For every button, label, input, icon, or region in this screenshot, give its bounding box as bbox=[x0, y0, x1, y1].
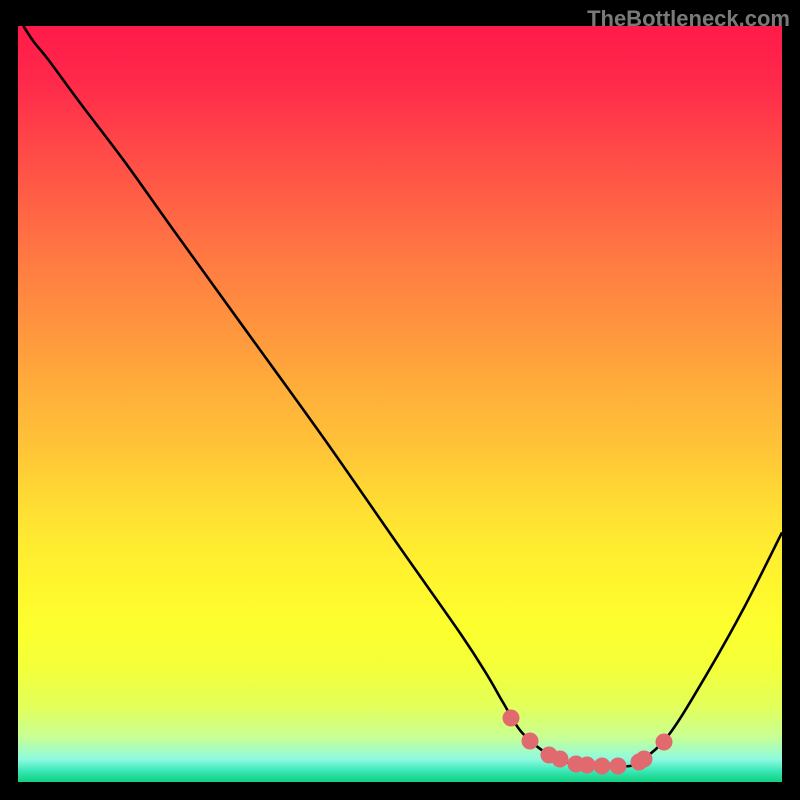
data-marker bbox=[636, 751, 653, 768]
data-marker bbox=[655, 733, 672, 750]
marker-layer bbox=[18, 26, 782, 782]
data-marker bbox=[521, 733, 538, 750]
data-marker bbox=[609, 758, 626, 775]
chart-plot-area bbox=[18, 26, 782, 782]
data-marker bbox=[502, 709, 519, 726]
watermark-text: TheBottleneck.com bbox=[587, 6, 790, 32]
